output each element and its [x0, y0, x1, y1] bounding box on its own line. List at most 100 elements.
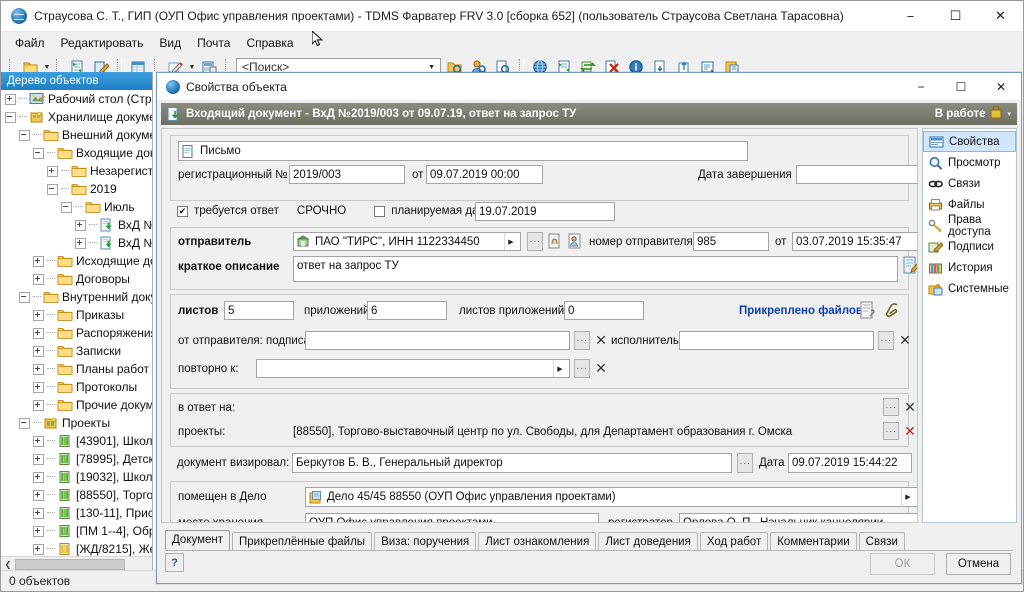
- executor-browse-button[interactable]: ···: [878, 331, 894, 350]
- cancel-button[interactable]: Отмена: [946, 553, 1011, 575]
- minimize-button[interactable]: −: [888, 1, 933, 31]
- case-dropdown-caret[interactable]: ▶: [901, 488, 914, 506]
- expand-icon[interactable]: [33, 490, 44, 501]
- tree-item[interactable]: Прочие докумен: [1, 396, 152, 414]
- attach-file-icon[interactable]: [859, 300, 878, 320]
- expand-icon[interactable]: [33, 508, 44, 519]
- menu-view[interactable]: Вид: [151, 34, 189, 52]
- maximize-button[interactable]: ☐: [933, 1, 978, 31]
- tab-7[interactable]: Комментарии: [770, 532, 856, 550]
- expand-icon[interactable]: [33, 274, 44, 285]
- tree-item[interactable]: 2019: [1, 180, 152, 198]
- expand-icon[interactable]: [33, 454, 44, 465]
- executor-field[interactable]: [679, 331, 874, 350]
- tab-8[interactable]: Связи: [859, 532, 905, 550]
- collapse-icon[interactable]: [19, 130, 30, 141]
- menu-file[interactable]: Файл: [7, 34, 53, 52]
- reply-required-checkbox[interactable]: ✔: [177, 206, 188, 217]
- tree-item[interactable]: Незарегистри: [1, 162, 152, 180]
- tab-3[interactable]: Виза: поручения: [374, 532, 476, 550]
- tree-horizontal-scrollbar[interactable]: ❮: [1, 556, 152, 571]
- tree-item[interactable]: Внешний документо: [1, 126, 152, 144]
- tab-6[interactable]: Ход работ: [700, 532, 768, 550]
- tree-item[interactable]: [ПМ 1--4], Образ: [1, 522, 152, 540]
- tree-item[interactable]: [88550], Торгово-: [1, 486, 152, 504]
- projects-clear-button[interactable]: ✕: [902, 422, 918, 440]
- expand-icon[interactable]: [33, 382, 44, 393]
- tree-item[interactable]: Записки: [1, 342, 152, 360]
- close-button[interactable]: ✕: [978, 1, 1023, 31]
- tree-item[interactable]: [78995], Детский: [1, 450, 152, 468]
- expand-icon[interactable]: [33, 400, 44, 411]
- tree-item[interactable]: Июль: [1, 198, 152, 216]
- expand-icon[interactable]: [33, 310, 44, 321]
- menu-edit[interactable]: Редактировать: [53, 34, 152, 52]
- sender-hand-icon[interactable]: [547, 232, 565, 251]
- in-reply-to-clear-button[interactable]: ✕: [902, 398, 918, 416]
- registration-date-field[interactable]: 09.07.2019 00:00: [426, 165, 543, 184]
- dialog-tab-bar[interactable]: ДокументПрикреплённые файлыВиза: поручен…: [165, 530, 1013, 550]
- attachments-field[interactable]: 6: [367, 301, 447, 320]
- visaed-by-browse-button[interactable]: ···: [737, 453, 753, 473]
- expand-icon[interactable]: [5, 94, 16, 105]
- sender-field[interactable]: ПАО "ТИРС", ИНН 1122334450 ▶: [293, 232, 521, 251]
- executor-clear-button[interactable]: ✕: [897, 331, 913, 350]
- expand-icon[interactable]: [75, 238, 86, 249]
- short-description-edit-icon[interactable]: [903, 256, 918, 276]
- tab-2[interactable]: Прикреплённые файлы: [232, 532, 372, 550]
- nav-item-1[interactable]: Свойства: [923, 131, 1016, 152]
- ok-button[interactable]: ОК: [870, 553, 935, 575]
- sheets-field[interactable]: 5: [224, 301, 294, 320]
- planned-reply-checkbox[interactable]: [374, 206, 385, 217]
- dialog-navigation-panel[interactable]: СвойстваПросмотрСвязиФайлыПрава доступаП…: [922, 128, 1017, 523]
- expand-icon[interactable]: [33, 364, 44, 375]
- nav-item-7[interactable]: История: [923, 257, 1016, 278]
- collapse-icon[interactable]: [19, 418, 30, 429]
- nav-item-5[interactable]: Права доступа: [923, 215, 1016, 236]
- dialog-maximize-button[interactable]: ☐: [941, 73, 981, 100]
- tree-item[interactable]: [43901], Школа на: [1, 432, 152, 450]
- collapse-icon[interactable]: [5, 112, 16, 123]
- collapse-icon[interactable]: [33, 148, 44, 159]
- tree-item[interactable]: Договоры: [1, 270, 152, 288]
- signed-by-browse-button[interactable]: ···: [574, 331, 590, 350]
- tree-item[interactable]: Планы работ: [1, 360, 152, 378]
- menu-mail[interactable]: Почта: [189, 34, 238, 52]
- sender-contact-icon[interactable]: [567, 232, 585, 251]
- help-button[interactable]: ?: [165, 553, 184, 572]
- tree-item[interactable]: ВхД №: [1, 234, 152, 252]
- tab-5[interactable]: Лист доведения: [598, 532, 698, 550]
- tree-item[interactable]: [ЖД/8215], Желе: [1, 540, 152, 557]
- visa-date-field[interactable]: 09.07.2019 15:44:22: [788, 453, 912, 473]
- document-type-field[interactable]: Письмо: [178, 141, 748, 161]
- expand-icon[interactable]: [33, 526, 44, 537]
- dialog-close-button[interactable]: ✕: [981, 73, 1021, 100]
- tree-item[interactable]: Исходящие доку: [1, 252, 152, 270]
- visaed-by-field[interactable]: Беркутов Б. В., Генеральный директор: [292, 453, 732, 473]
- expand-icon[interactable]: [47, 166, 58, 177]
- nav-item-4[interactable]: Файлы: [923, 194, 1016, 215]
- in-reply-to-browse-button[interactable]: ···: [883, 398, 899, 416]
- tree-item[interactable]: ВхД №: [1, 216, 152, 234]
- nav-item-6[interactable]: Подписи: [923, 236, 1016, 257]
- tree-item[interactable]: Входящие докум: [1, 144, 152, 162]
- signed-by-clear-button[interactable]: ✕: [593, 331, 609, 350]
- tree-item[interactable]: Рабочий стол (Страусов: [1, 90, 152, 108]
- projects-browse-button[interactable]: ···: [883, 422, 899, 440]
- collapse-icon[interactable]: [47, 184, 58, 195]
- tree-item[interactable]: Приказы: [1, 306, 152, 324]
- collapse-icon[interactable]: [19, 292, 30, 303]
- scroll-left-arrow[interactable]: ❮: [1, 557, 15, 571]
- sender-dropdown-caret[interactable]: ▶: [504, 233, 517, 250]
- registrar-field[interactable]: Орлова О. П., Начальник канцелярии: [679, 513, 918, 523]
- object-tree-list[interactable]: Рабочий стол (СтраусовХранилище документ…: [1, 90, 152, 557]
- scroll-thumb[interactable]: [15, 559, 125, 570]
- tab-4[interactable]: Лист ознакомления: [478, 532, 596, 550]
- completion-date-field[interactable]: [796, 165, 918, 184]
- placed-in-case-field[interactable]: Дело 45/45 88550 (ОУП Офис управления пр…: [305, 487, 918, 507]
- expand-icon[interactable]: [75, 220, 86, 231]
- search-dropdown-caret[interactable]: ▼: [425, 64, 438, 71]
- sender-number-field[interactable]: 985: [693, 232, 769, 251]
- signed-by-field[interactable]: [305, 331, 570, 350]
- tree-item[interactable]: Распоряжения: [1, 324, 152, 342]
